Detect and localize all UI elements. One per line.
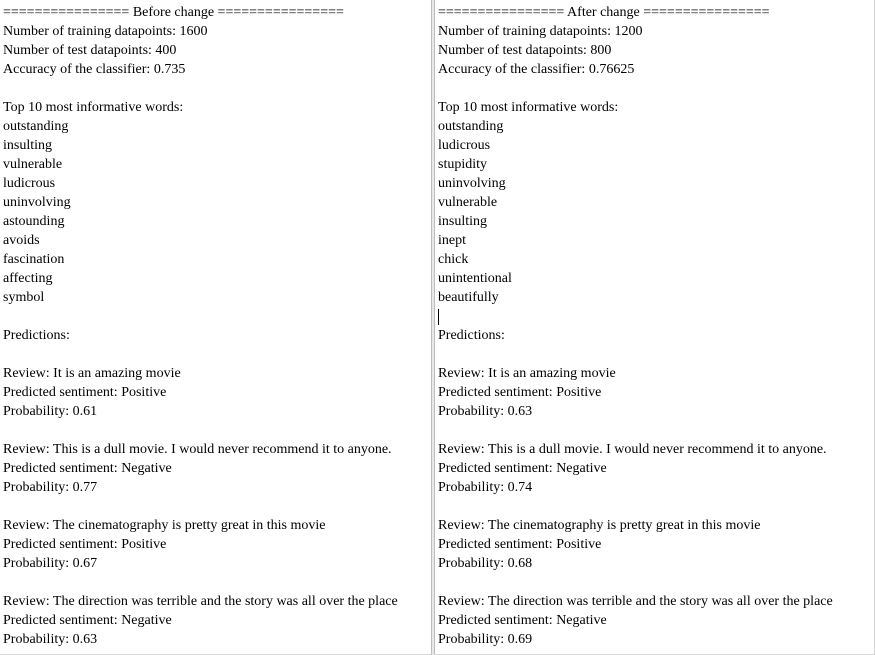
top-words-heading: Top 10 most informative words: bbox=[438, 100, 619, 115]
after-change-output: ================ After change ==========… bbox=[438, 3, 874, 649]
informative-word: outstanding bbox=[3, 119, 69, 134]
prediction-sentiment: Predicted sentiment: Negative bbox=[3, 461, 172, 476]
test-datapoints-text: Number of test datapoints: 400 bbox=[3, 43, 177, 58]
informative-word: insulting bbox=[3, 138, 53, 153]
prediction-probability: Probability: 0.63 bbox=[438, 404, 533, 419]
after-change-header: ================ After change ==========… bbox=[438, 5, 770, 20]
prediction-probability: Probability: 0.63 bbox=[3, 632, 98, 647]
before-change-output: ================ Before change =========… bbox=[3, 3, 431, 649]
prediction-review: Review: This is a dull movie. I would ne… bbox=[3, 442, 392, 457]
informative-word: beautifully bbox=[438, 290, 499, 305]
prediction-sentiment: Predicted sentiment: Negative bbox=[3, 613, 172, 628]
informative-word: vulnerable bbox=[438, 195, 498, 210]
informative-word: insulting bbox=[438, 214, 488, 229]
informative-word: stupidity bbox=[438, 157, 488, 172]
prediction-sentiment: Predicted sentiment: Negative bbox=[438, 461, 607, 476]
prediction-review: Review: It is an amazing movie bbox=[438, 366, 616, 381]
prediction-review: Review: It is an amazing movie bbox=[3, 366, 181, 381]
after-change-pane[interactable]: ================ After change ==========… bbox=[434, 0, 875, 655]
prediction-probability: Probability: 0.74 bbox=[438, 480, 533, 495]
training-datapoints-text: Number of training datapoints: 1600 bbox=[3, 24, 208, 39]
prediction-probability: Probability: 0.61 bbox=[3, 404, 98, 419]
informative-word: avoids bbox=[3, 233, 40, 248]
prediction-review: Review: The cinematography is pretty gre… bbox=[438, 518, 761, 533]
informative-word: ludicrous bbox=[3, 176, 56, 191]
informative-word: vulnerable bbox=[3, 157, 63, 172]
before-change-pane[interactable]: ================ Before change =========… bbox=[0, 0, 432, 655]
prediction-review: Review: The direction was terrible and t… bbox=[438, 594, 833, 609]
prediction-sentiment: Predicted sentiment: Positive bbox=[438, 537, 602, 552]
informative-word: fascination bbox=[3, 252, 65, 267]
informative-word: unintentional bbox=[438, 271, 512, 286]
prediction-probability: Probability: 0.77 bbox=[3, 480, 98, 495]
prediction-review: Review: The direction was terrible and t… bbox=[3, 594, 398, 609]
informative-word: astounding bbox=[3, 214, 65, 229]
informative-word: uninvolving bbox=[3, 195, 71, 210]
prediction-probability: Probability: 0.69 bbox=[438, 632, 533, 647]
prediction-sentiment: Predicted sentiment: Positive bbox=[3, 537, 167, 552]
before-change-header: ================ Before change =========… bbox=[3, 5, 344, 20]
informative-word: inept bbox=[438, 233, 466, 248]
informative-word: uninvolving bbox=[438, 176, 506, 191]
test-datapoints-text: Number of test datapoints: 800 bbox=[438, 43, 612, 58]
predictions-heading: Predictions: bbox=[438, 328, 505, 343]
blank-line bbox=[438, 307, 874, 326]
top-words-heading: Top 10 most informative words: bbox=[3, 100, 184, 115]
prediction-sentiment: Predicted sentiment: Positive bbox=[438, 385, 602, 400]
prediction-review: Review: The cinematography is pretty gre… bbox=[3, 518, 326, 533]
accuracy-text: Accuracy of the classifier: 0.735 bbox=[3, 62, 186, 77]
informative-word: chick bbox=[438, 252, 469, 267]
prediction-probability: Probability: 0.67 bbox=[3, 556, 98, 571]
prediction-sentiment: Predicted sentiment: Positive bbox=[3, 385, 167, 400]
prediction-probability: Probability: 0.68 bbox=[438, 556, 533, 571]
informative-word: symbol bbox=[3, 290, 45, 305]
informative-word: outstanding bbox=[438, 119, 504, 134]
text-cursor bbox=[438, 309, 439, 325]
informative-word: ludicrous bbox=[438, 138, 491, 153]
informative-word: affecting bbox=[3, 271, 53, 286]
accuracy-text: Accuracy of the classifier: 0.76625 bbox=[438, 62, 635, 77]
prediction-review: Review: This is a dull movie. I would ne… bbox=[438, 442, 827, 457]
training-datapoints-text: Number of training datapoints: 1200 bbox=[438, 24, 643, 39]
prediction-sentiment: Predicted sentiment: Negative bbox=[438, 613, 607, 628]
predictions-heading: Predictions: bbox=[3, 328, 70, 343]
